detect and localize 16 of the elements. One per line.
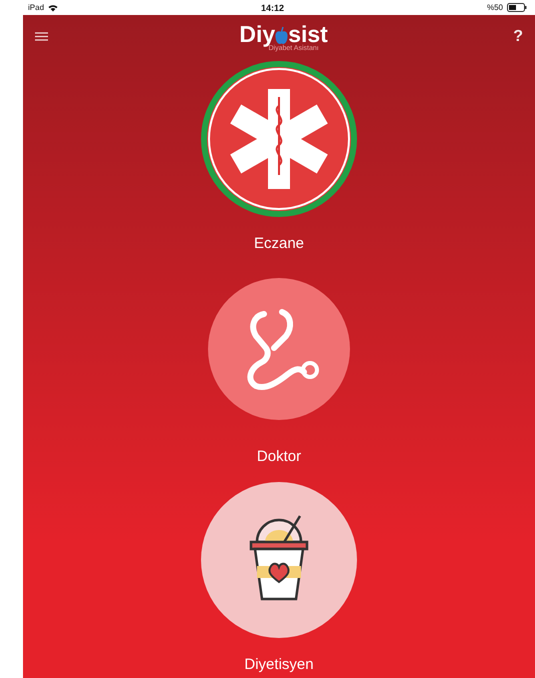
help-button[interactable]: ? [511,26,525,48]
category-label: Diyetisyen [244,656,314,673]
category-label: Doktor [256,448,302,465]
logo-text: sist [288,22,328,46]
category-label: Eczane [254,235,304,252]
menu-icon [35,32,48,41]
logo-text: Diy [239,22,276,46]
wifi-icon [48,4,58,12]
star-of-life-icon[interactable] [201,61,357,217]
battery-percent: %50 [486,3,503,12]
stethoscope-icon[interactable] [208,278,350,420]
cup-icon[interactable] [201,482,357,638]
apple-icon [275,26,288,46]
device-name: iPad [28,3,44,12]
clock-time: 14:12 [260,2,284,12]
battery-icon [507,3,527,12]
